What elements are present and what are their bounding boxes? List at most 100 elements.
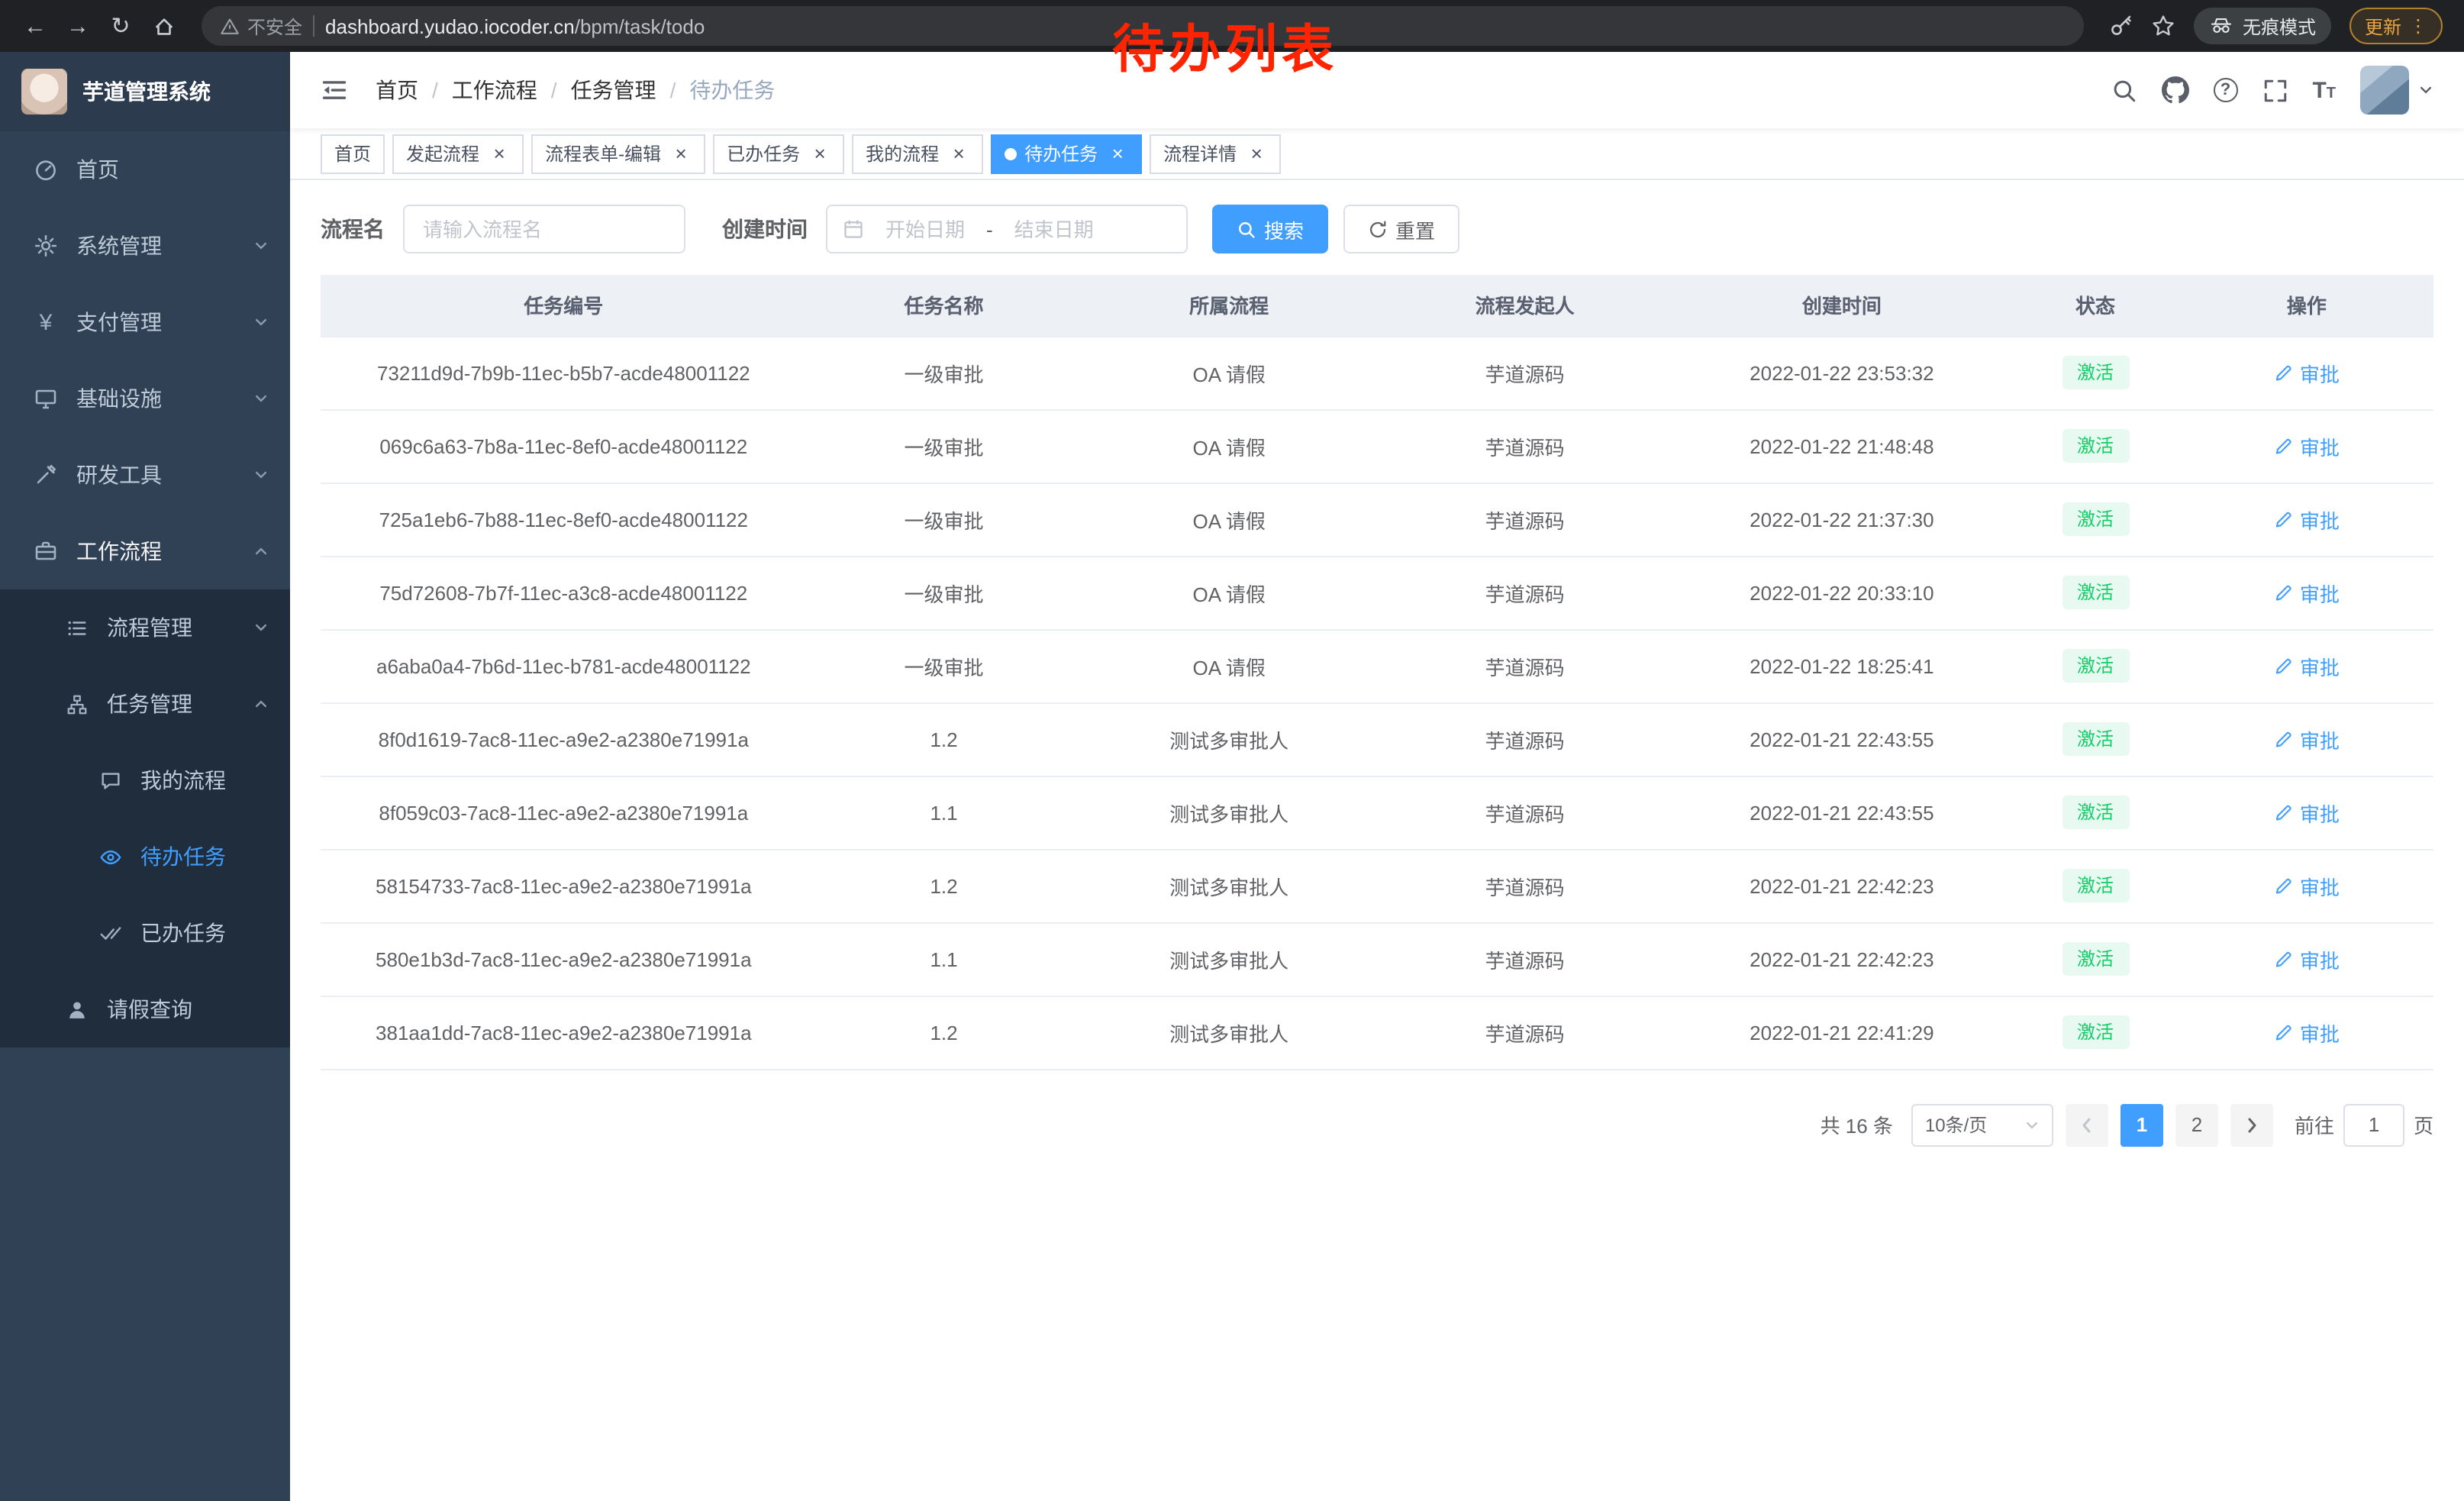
bookmark-star-icon[interactable] [2151,14,2175,38]
status-badge: 激活 [2062,428,2129,463]
approve-link[interactable]: 审批 [2274,871,2340,900]
start-date-input[interactable] [870,216,980,242]
font-size-icon[interactable]: TT [2312,79,2336,102]
sidebar-item-payment[interactable]: ¥ 支付管理 [0,284,290,360]
process-name-input[interactable] [403,205,685,253]
browser-update-button[interactable]: 更新 ⋮ [2350,8,2443,44]
sidebar-toggle-icon[interactable] [321,76,348,104]
approve-link[interactable]: 审批 [2274,651,2340,680]
search-button[interactable]: 搜索 [1212,205,1328,253]
goto-page: 前往 页 [2295,1103,2433,1146]
table-column-header: 任务名称 [807,275,1082,336]
sidebar-item-system[interactable]: 系统管理 [0,208,290,284]
user-menu[interactable] [2360,66,2433,115]
task-id: 580e1b3d-7ac8-11ec-a9e2-a2380e71991a [321,922,807,996]
breadcrumb-workflow[interactable]: 工作流程 [452,75,537,105]
help-icon[interactable]: ? [2213,78,2237,102]
sidebar-item-home[interactable]: 首页 [0,131,290,208]
action-cell: 审批 [2180,483,2433,556]
tab-close-icon[interactable]: × [948,143,969,164]
page-button-2[interactable]: 2 [2175,1103,2218,1146]
breadcrumb-home[interactable]: 首页 [376,75,418,105]
app-title: 芋道管理系统 [82,76,211,107]
tab-item-6[interactable]: 流程详情× [1150,134,1281,173]
page-size-value: 10条/页 [1925,1112,1987,1138]
incognito-icon [2209,14,2233,38]
tab-item-0[interactable]: 首页 [321,134,385,173]
approve-link[interactable]: 审批 [2274,431,2340,460]
tab-item-2[interactable]: 流程表单-编辑× [531,134,705,173]
sidebar-item-infrastructure[interactable]: 基础设施 [0,360,290,437]
status-badge: 激活 [2062,355,2129,390]
approve-link[interactable]: 审批 [2274,798,2340,827]
fullscreen-icon[interactable] [2262,77,2288,103]
gear-icon [31,234,61,258]
goto-page-input[interactable] [2343,1103,2404,1146]
sidebar-item-task-management[interactable]: 任务管理 [0,666,290,742]
sidebar-item-process-management[interactable]: 流程管理 [0,589,290,666]
page-size-select[interactable]: 10条/页 [1911,1103,2053,1146]
task-id: 58154733-7ac8-11ec-a9e2-a2380e71991a [321,849,807,922]
approve-link[interactable]: 审批 [2274,725,2340,754]
table-row: 73211d9d-7b9b-11ec-b5b7-acde48001122一级审批… [321,336,2433,409]
approve-link[interactable]: 审批 [2274,944,2340,973]
forward-icon[interactable]: → [58,6,98,46]
edit-icon [2274,509,2294,529]
next-page-button[interactable] [2230,1103,2273,1146]
tab-close-icon[interactable]: × [809,143,830,164]
sidebar-item-my-processes[interactable]: 我的流程 [0,742,290,818]
security-indicator[interactable]: 不安全 [220,13,302,39]
sidebar-item-devtools[interactable]: 研发工具 [0,437,290,513]
sidebar-item-label: 支付管理 [76,307,162,337]
date-range-picker[interactable]: - [826,205,1188,253]
prev-page-button[interactable] [2066,1103,2108,1146]
status-cell: 激活 [2011,996,2179,1069]
tab-item-4[interactable]: 我的流程× [852,134,983,173]
approve-link[interactable]: 审批 [2274,1018,2340,1047]
url-domain: dashboard.yudao.iocoder.cn [325,15,575,37]
chevron-up-icon [253,696,269,712]
page-button-1[interactable]: 1 [2121,1103,2163,1146]
chevron-down-icon [253,620,269,635]
approve-link[interactable]: 审批 [2274,578,2340,607]
tab-item-3[interactable]: 已办任务× [713,134,844,173]
password-key-icon[interactable] [2108,14,2133,38]
filter-form: 流程名 创建时间 - 搜索 [321,205,2433,253]
end-date-input[interactable] [999,216,1109,242]
chevron-down-icon [253,391,269,406]
chevron-down-icon [2024,1117,2040,1132]
sidebar-item-todo-tasks[interactable]: 待办任务 [0,818,290,895]
action-cell: 审批 [2180,849,2433,922]
approve-link[interactable]: 审批 [2274,505,2340,534]
create-time: 2022-01-22 23:53:32 [1672,336,2011,409]
reload-icon[interactable]: ↻ [101,6,140,46]
home-icon[interactable] [144,6,183,46]
navbar-actions: ? TT [2111,66,2433,115]
breadcrumb-task-management[interactable]: 任务管理 [571,75,656,105]
task-id: 069c6a63-7b8a-11ec-8ef0-acde48001122 [321,409,807,483]
tab-item-1[interactable]: 发起流程× [392,134,524,173]
browser-menu-icon[interactable]: ⋮ [2409,15,2427,37]
url-text[interactable]: dashboard.yudao.iocoder.cn/bpm/task/todo [325,15,705,37]
search-icon[interactable] [2111,77,2137,103]
sidebar: 芋道管理系统 首页 系统管理 ¥ 支付管 [0,52,290,1501]
back-icon[interactable]: ← [15,6,55,46]
table-row: 8f0d1619-7ac8-11ec-a9e2-a2380e71991a1.2测… [321,702,2433,776]
sidebar-item-leave-query[interactable]: 请假查询 [0,971,290,1047]
github-icon[interactable] [2161,76,2188,104]
tab-item-5[interactable]: 待办任务× [991,134,1142,173]
status-badge: 激活 [2062,868,2129,903]
refresh-icon [1368,219,1388,239]
reset-button[interactable]: 重置 [1343,205,1459,253]
sidebar-item-done-tasks[interactable]: 已办任务 [0,895,290,971]
tab-close-icon[interactable]: × [489,143,510,164]
approve-link[interactable]: 审批 [2274,358,2340,387]
sidebar-item-workflow[interactable]: 工作流程 [0,513,290,589]
tab-close-icon[interactable]: × [1107,143,1128,164]
app-logo-row[interactable]: 芋道管理系统 [0,52,290,131]
chevron-left-icon [2078,1115,2096,1134]
tab-close-icon[interactable]: × [670,143,692,164]
sidebar-item-label: 系统管理 [76,231,162,261]
tab-close-icon[interactable]: × [1246,143,1267,164]
table-column-header: 操作 [2180,275,2433,336]
